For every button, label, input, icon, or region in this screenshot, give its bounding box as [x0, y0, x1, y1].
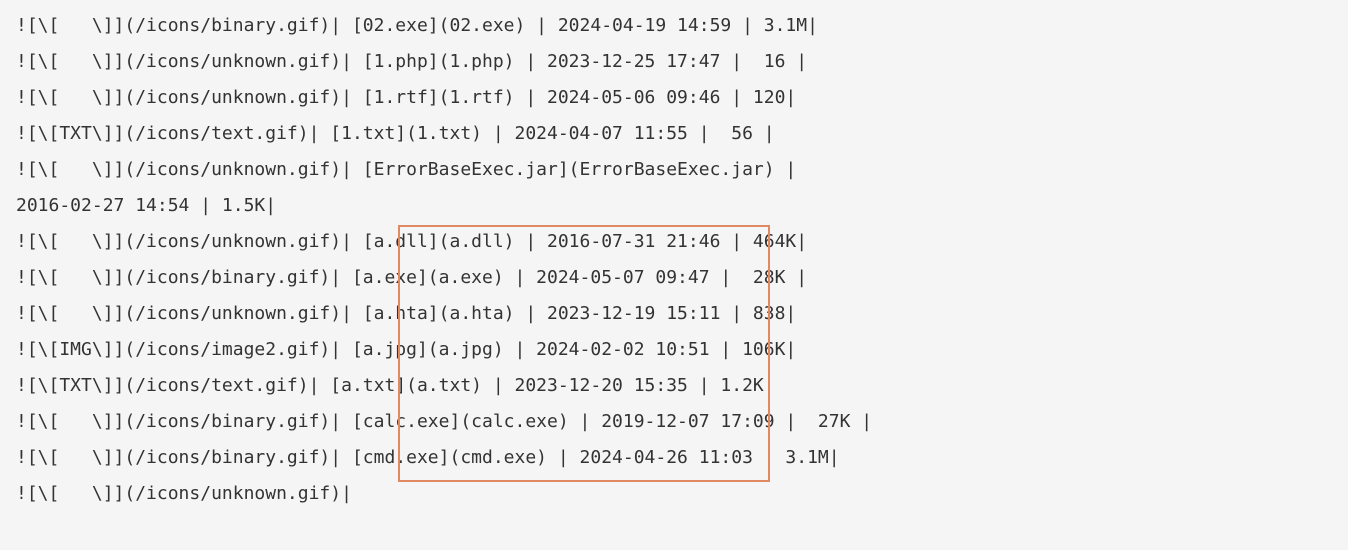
listing-row: ![\[ \]](/icons/unknown.gif)| [ErrorBase… [16, 159, 796, 216]
listing-row: ![\[IMG\]](/icons/image2.gif)| [a.jpg](a… [16, 339, 796, 360]
listing-row: ![\[ \]](/icons/unknown.gif)| [a.dll](a.… [16, 231, 807, 252]
listing-row: ![\[TXT\]](/icons/text.gif)| [1.txt](1.t… [16, 123, 775, 144]
listing-row: ![\[ \]](/icons/binary.gif)| [02.exe](02… [16, 15, 818, 36]
listing-row: ![\[ \]](/icons/unknown.gif)| [1.rtf](1.… [16, 87, 796, 108]
listing-row: ![\[ \]](/icons/unknown.gif)| [a.hta](a.… [16, 303, 796, 324]
listing-row: ![\[ \]](/icons/unknown.gif)| [16, 483, 352, 504]
listing-row: ![\[ \]](/icons/binary.gif)| [a.exe](a.e… [16, 267, 807, 288]
listing-row: ![\[TXT\]](/icons/text.gif)| [a.txt](a.t… [16, 375, 775, 396]
directory-listing: ![\[ \]](/icons/binary.gif)| [02.exe](02… [0, 0, 1348, 520]
listing-row: ![\[ \]](/icons/binary.gif)| [cmd.exe](c… [16, 447, 840, 468]
listing-row: ![\[ \]](/icons/binary.gif)| [calc.exe](… [16, 411, 872, 432]
listing-row: ![\[ \]](/icons/unknown.gif)| [1.php](1.… [16, 51, 807, 72]
